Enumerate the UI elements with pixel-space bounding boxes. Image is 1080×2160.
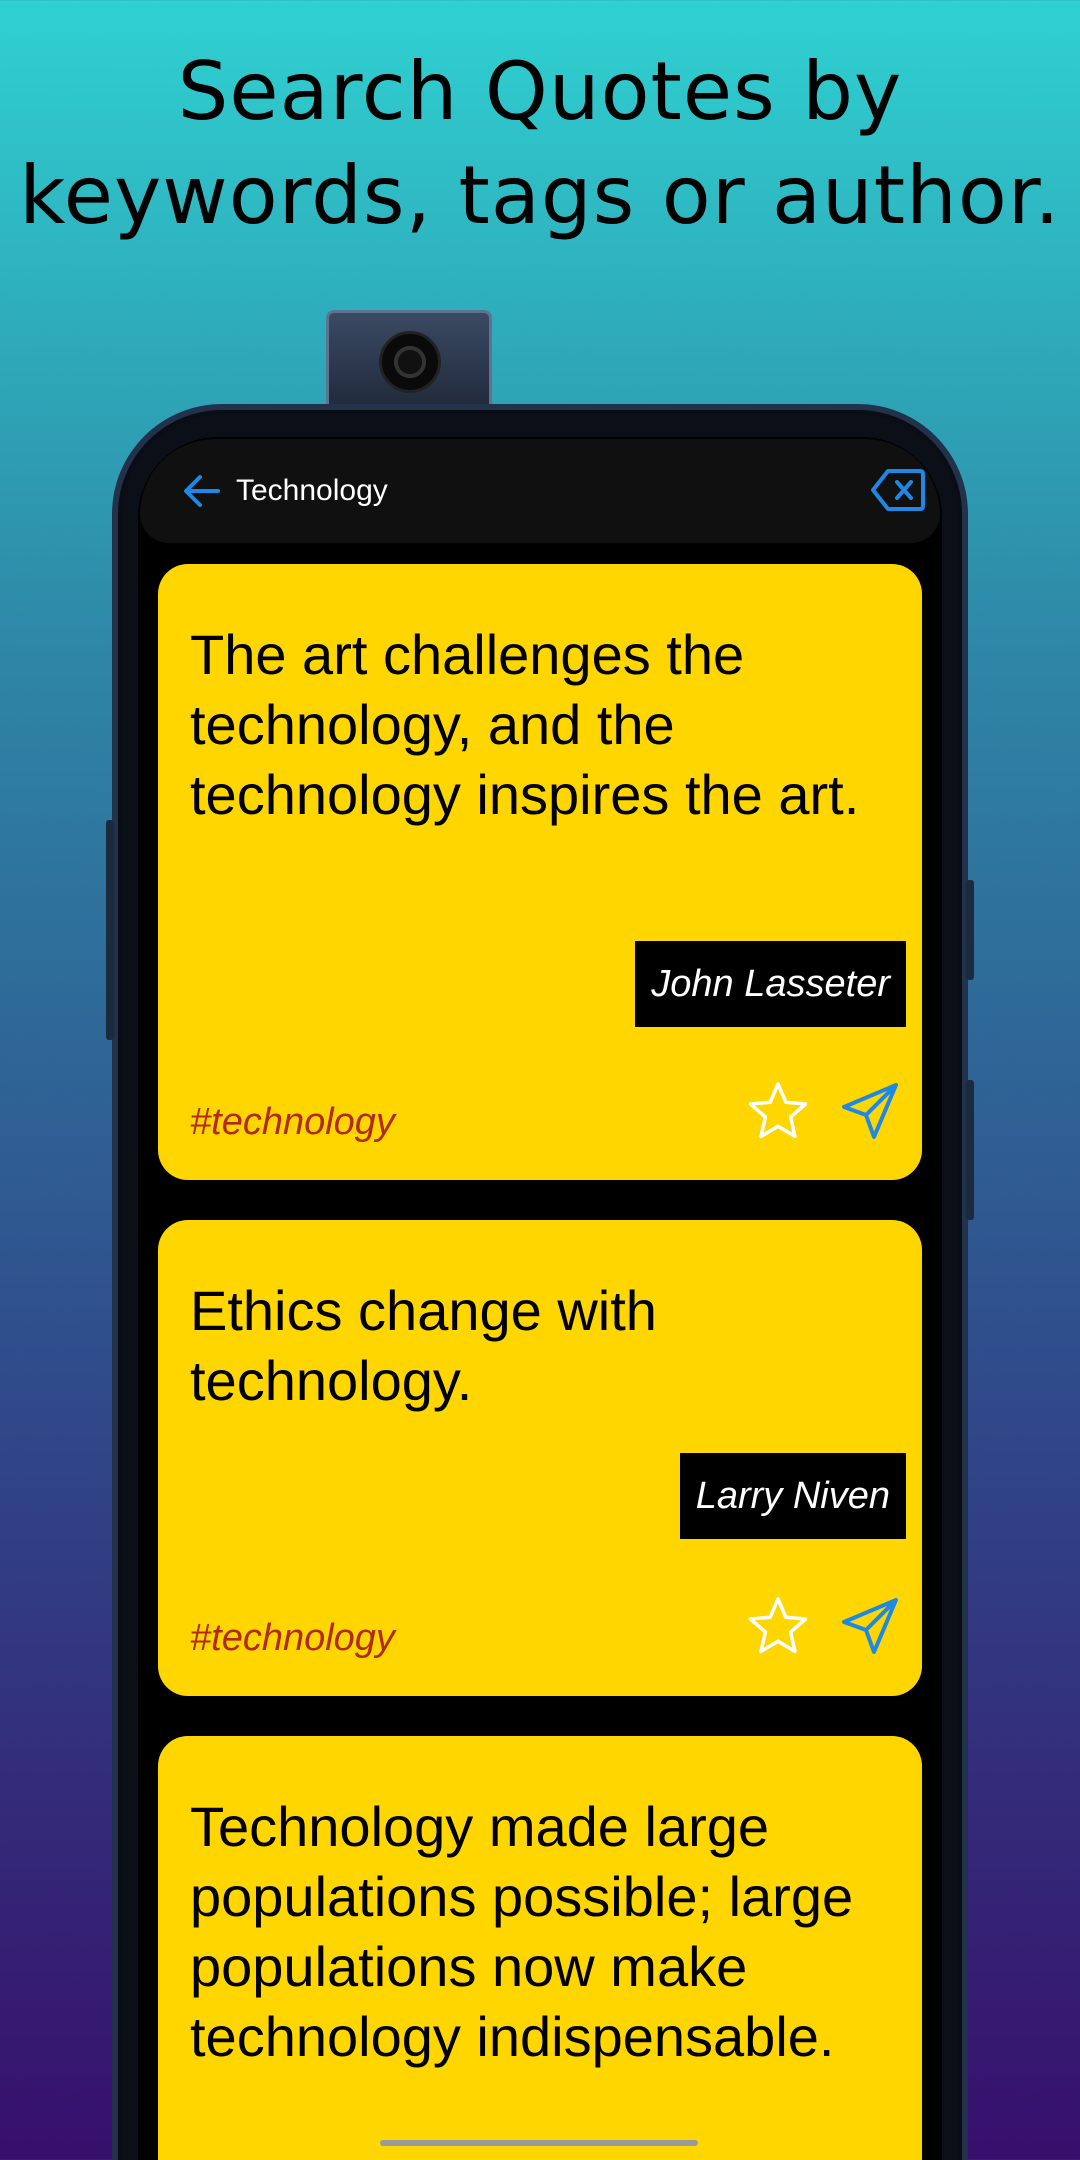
home-indicator[interactable] xyxy=(380,2140,698,2146)
phone-side-button-right-1 xyxy=(966,880,974,980)
quote-text: Technology made large populations possib… xyxy=(190,1795,854,2068)
promo-headline: Search Quotes by keywords, tags or autho… xyxy=(0,40,1080,248)
star-icon xyxy=(748,1082,808,1139)
arrow-left-icon xyxy=(184,475,220,507)
promo-headline-line2: keywords, tags or author. xyxy=(19,149,1061,242)
search-query-title: Technology xyxy=(236,474,388,507)
quote-author[interactable]: John Lasseter xyxy=(635,941,906,1027)
clear-search-button[interactable] xyxy=(870,467,926,513)
quote-author[interactable]: Larry Niven xyxy=(679,1453,906,1539)
quote-card[interactable]: Technology made large populations possib… xyxy=(158,1736,922,2160)
quote-card[interactable]: Ethics change with technology. Larry Niv… xyxy=(158,1220,922,1696)
star-icon xyxy=(748,1597,808,1654)
app-screen: Technology The art challenges the techno… xyxy=(138,437,942,2160)
backspace-clear-icon xyxy=(871,469,925,511)
quote-tag[interactable]: #technology xyxy=(190,1614,395,1662)
promo-headline-line1: Search Quotes by xyxy=(177,45,903,138)
quote-tag[interactable]: #technology xyxy=(190,1098,395,1146)
quote-text: Ethics change with technology. xyxy=(190,1279,657,1412)
phone-side-button-left xyxy=(106,820,114,1040)
share-button[interactable] xyxy=(838,1079,902,1143)
favorite-button[interactable] xyxy=(746,1079,810,1143)
quote-text: The art challenges the technology, and t… xyxy=(190,623,860,826)
quote-card[interactable]: The art challenges the technology, and t… xyxy=(158,564,922,1180)
app-bar: Technology xyxy=(140,439,940,543)
back-button[interactable] xyxy=(180,469,224,513)
favorite-button[interactable] xyxy=(746,1594,810,1658)
send-icon xyxy=(842,1598,898,1654)
share-button[interactable] xyxy=(838,1594,902,1658)
phone-side-button-right-2 xyxy=(966,1080,974,1220)
camera-lens xyxy=(379,331,441,393)
send-icon xyxy=(842,1083,898,1139)
